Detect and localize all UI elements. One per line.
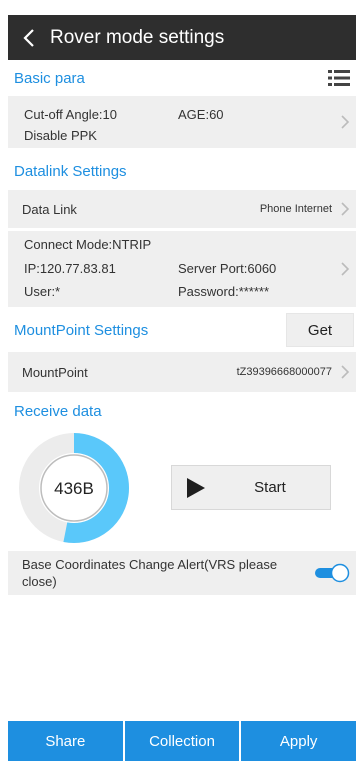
mountpoint-section-label: MountPoint Settings xyxy=(14,321,149,339)
mountpoint-row[interactable]: MountPoint tZ39396668000077 xyxy=(8,352,356,392)
page-title: Rover mode settings xyxy=(50,26,225,48)
ntrip-details-row[interactable]: Connect Mode:NTRIP IP:120.77.83.81 Serve… xyxy=(8,231,356,307)
alert-text: Base Coordinates Change Alert(VRS please… xyxy=(22,557,278,589)
chevron-left-icon xyxy=(23,28,34,47)
connect-mode-text: Connect Mode:NTRIP xyxy=(24,237,152,252)
data-link-label: Data Link xyxy=(22,202,77,217)
receive-data-label: Receive data xyxy=(14,402,102,420)
datalink-section-title: Datalink Settings xyxy=(8,155,356,187)
mountpoint-label: MountPoint xyxy=(22,365,88,380)
bottom-action-bar: Share Collection Apply xyxy=(8,721,357,761)
chevron-right-icon xyxy=(341,262,350,276)
alert-row: Base Coordinates Change Alert(VRS please… xyxy=(8,551,356,595)
app-header: Rover mode settings xyxy=(8,15,356,60)
user-text: User:* xyxy=(24,284,61,299)
ppk-text: Disable PPK xyxy=(24,128,97,143)
receive-data-section-title: Receive data xyxy=(8,395,356,427)
start-button[interactable]: Start xyxy=(171,465,331,510)
receive-progress-ring: 436B xyxy=(18,432,130,544)
ip-text: IP:120.77.83.81 xyxy=(24,261,116,276)
receive-amount: 436B xyxy=(54,479,94,498)
password-text: Password:****** xyxy=(178,284,270,299)
get-button[interactable]: Get xyxy=(286,313,354,347)
basic-para-row[interactable]: Cut-off Angle:10 AGE:60 Disable PPK xyxy=(8,96,356,148)
cutoff-angle-text: Cut-off Angle:10 xyxy=(24,107,117,122)
age-text: AGE:60 xyxy=(178,107,224,122)
collection-button[interactable]: Collection xyxy=(124,721,240,761)
apply-button[interactable]: Apply xyxy=(241,721,357,761)
mountpoint-section-title: MountPoint Settings Get xyxy=(8,312,356,348)
datalink-label: Datalink Settings xyxy=(14,162,127,180)
chevron-right-icon xyxy=(341,365,350,379)
server-port-text: Server Port:6060 xyxy=(178,261,277,276)
chevron-right-icon xyxy=(341,115,350,129)
list-settings-icon[interactable] xyxy=(328,68,350,88)
alert-toggle[interactable] xyxy=(314,563,350,583)
start-label: Start xyxy=(254,479,286,496)
chevron-right-icon xyxy=(341,202,350,216)
mountpoint-value: tZ39396668000077 xyxy=(236,366,332,378)
data-link-row[interactable]: Data Link Phone Internet xyxy=(8,190,356,228)
share-button[interactable]: Share xyxy=(8,721,123,761)
back-button[interactable] xyxy=(8,15,50,60)
data-link-value: Phone Internet xyxy=(259,203,332,215)
basic-para-label: Basic para xyxy=(14,69,85,87)
basic-para-section-title: Basic para xyxy=(8,62,356,94)
